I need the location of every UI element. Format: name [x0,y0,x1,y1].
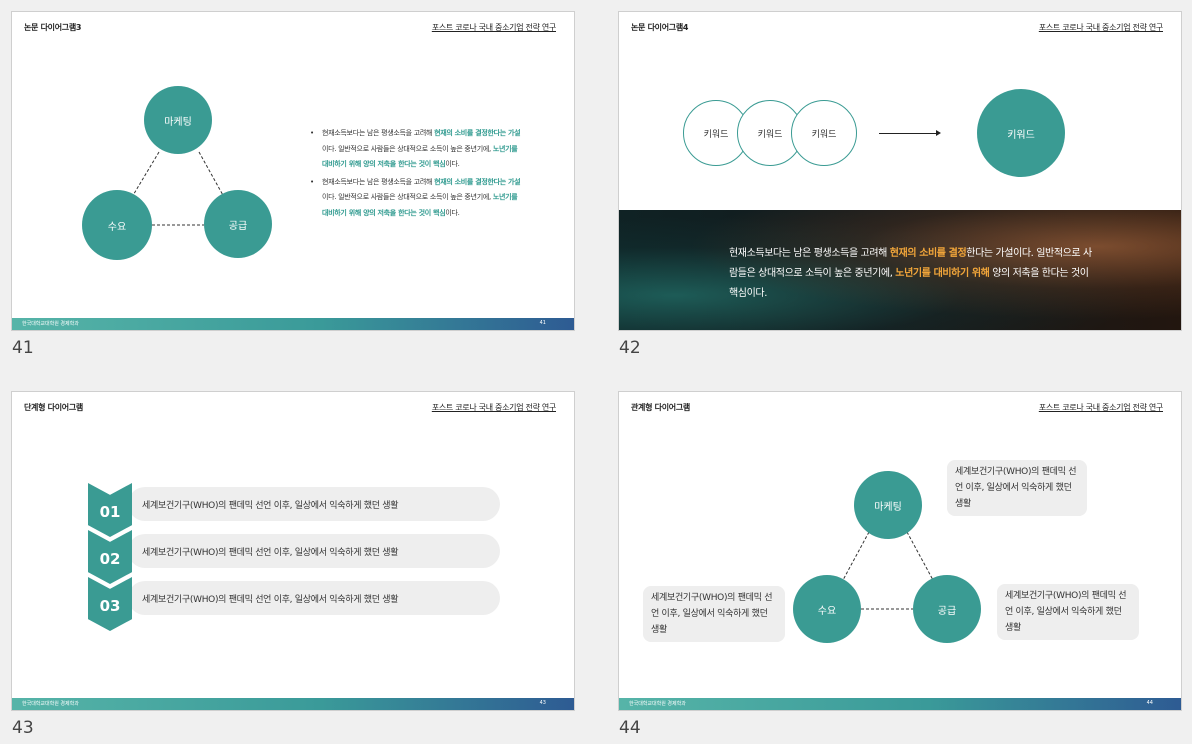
slide-footer: 한국대학교대학원 경제학과 41 [12,318,574,330]
step-chevron: 01 [88,483,132,537]
step-number: 03 [99,597,121,615]
circle-marketing: 마케팅 [144,86,212,154]
callout-left: 세계보건기구(WHO)의 팬데믹 선언 이후, 일상에서 익숙하게 했던 생활 [643,586,785,642]
step-bar: 세계보건기구(WHO)의 팬데믹 선언 이후, 일상에서 익숙하게 했던 생활 [128,534,500,568]
step-number: 01 [99,503,121,521]
slide-header-link: 포스트 코로나 국내 중소기업 전략 연구 [431,403,556,412]
slide-thumbnail-42[interactable]: 논문 다이어그램4 포스트 코로나 국내 중소기업 전략 연구 키워드 키워드 … [618,11,1182,331]
slide-thumbnail-41[interactable]: 논문 다이어그램3 포스트 코로나 국내 중소기업 전략 연구 마케팅 수요 공… [11,11,575,331]
keyword-circle: 키워드 [791,100,857,166]
footer-org: 한국대학교대학원 경제학과 [629,701,686,707]
slide-number-label: 41 [12,338,34,358]
slide-footer: 한국대학교대학원 경제학과 44 [619,698,1181,710]
paragraph-text: 현재소득보다는 남은 평생소득을 고려해 [729,248,890,259]
footer-page-number: 44 [1146,700,1153,706]
slide-header-link: 포스트 코로나 국내 중소기업 전략 연구 [1038,23,1163,32]
footer-org: 한국대학교대학원 경제학과 [22,701,79,707]
slide-title: 단계형 다이어그램 [24,403,83,412]
bullet-text: 이다. [445,208,460,217]
circle-supply: 공급 [204,190,272,258]
circle-demand: 수요 [82,190,152,260]
bullet-text: 이다. [445,160,460,168]
bullet-text: 현재소득보다는 남은 평생소득을 고려해 [322,177,435,186]
slide-thumbnail-43[interactable]: 단계형 다이어그램 포스트 코로나 국내 중소기업 전략 연구 세계보건기구(W… [11,391,575,711]
slide-number-label: 44 [619,718,641,738]
bullet-text: 이다. 일반적으로 사람들은 상대적으로 소득이 높은 중년기에, [322,193,493,201]
slide-title: 논문 다이어그램4 [631,23,689,32]
bullet-list: 현재소득보다는 남은 평생소득을 고려해 현재의 소비를 결정한다는 가설이다.… [310,126,522,223]
slide-number-label: 42 [619,338,641,358]
triangle-connectors [842,531,934,610]
bullet-text: 이다. 일반적으로 사람들은 상대적으로 소득이 높은 중년기에, [322,144,493,153]
step-chevron: 03 [88,577,132,631]
bullet-item: 현재소득보다는 남은 평생소득을 고려해 현재의 소비를 결정한다는 가설이다.… [310,126,522,173]
circle-marketing: 마케팅 [854,471,922,539]
footer-org: 한국대학교대학원 경제학과 [22,321,79,327]
slide-footer: 한국대학교대학원 경제학과 43 [12,698,574,710]
footer-page-number: 41 [539,320,546,326]
paragraph-highlight: 현재의 소비를 결정 [889,248,967,259]
footer-page-number: 43 [539,700,546,706]
circle-supply: 공급 [913,575,981,643]
bullet-highlight: 현재의 소비를 결정한다는 가설 [434,177,521,186]
bullet-text: 현재소득보다는 남은 평생소득을 고려해 [322,129,435,137]
overlay-paragraph: 현재소득보다는 남은 평생소득을 고려해 현재의 소비를 결정한다는 가설이다.… [729,244,1095,304]
callout-right: 세계보건기구(WHO)의 팬데믹 선언 이후, 일상에서 익숙하게 했던 생활 [997,584,1139,640]
slide-number-label: 43 [12,718,34,738]
arrow-right-icon [879,130,941,136]
step-bar: 세계보건기구(WHO)의 팬데믹 선언 이후, 일상에서 익숙하게 했던 생활 [128,487,500,521]
slide-thumbnail-44[interactable]: 관계형 다이어그램 포스트 코로나 국내 중소기업 전략 연구 마케팅 수요 공… [618,391,1182,711]
step-bar: 세계보건기구(WHO)의 팬데믹 선언 이후, 일상에서 익숙하게 했던 생활 [128,581,500,615]
bullet-item: 현재소득보다는 남은 평생소득을 고려해 현재의 소비를 결정한다는 가설이다.… [310,175,522,222]
bullet-highlight: 현재의 소비를 결정한다는 가설 [434,129,521,137]
step-number: 02 [99,550,121,568]
circle-demand: 수요 [793,575,861,643]
callout-top: 세계보건기구(WHO)의 팬데믹 선언 이후, 일상에서 익숙하게 했던 생활 [947,460,1087,516]
keyword-circle-large: 키워드 [977,89,1065,177]
paragraph-highlight: 노년기를 대비하기 위해 [895,268,990,279]
step-chevron: 02 [88,530,132,584]
